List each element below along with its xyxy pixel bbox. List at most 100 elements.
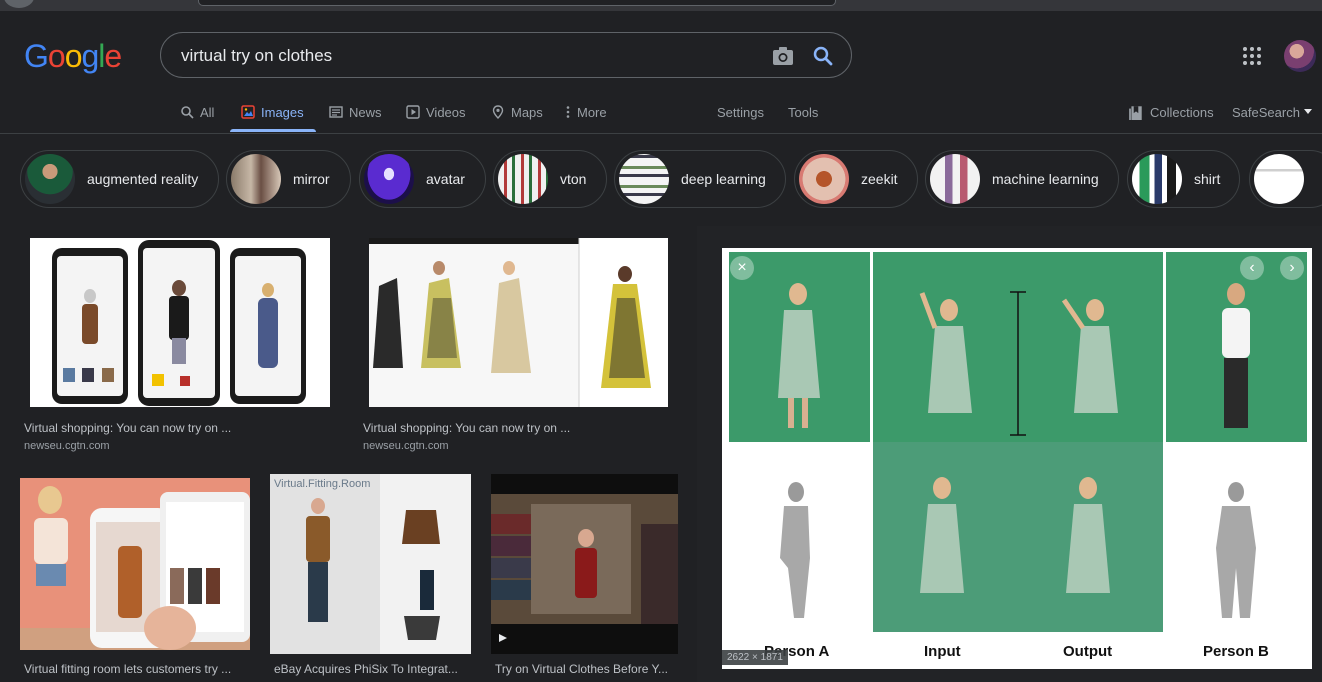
chip-thumbnail	[1132, 154, 1182, 204]
collections-label: Collections	[1150, 104, 1214, 120]
account-avatar[interactable]	[1284, 40, 1316, 72]
result-thumbnail-phone-hand	[20, 478, 250, 650]
fitting-room-overlay-text: Virtual.Fitting.Room	[274, 478, 371, 490]
logo-letter: G	[24, 38, 49, 74]
tab-news[interactable]: News	[329, 92, 382, 132]
play-icon	[406, 105, 420, 119]
chip-label: shirt	[1194, 171, 1221, 187]
result-source: newseu.cgtn.com	[363, 440, 449, 452]
map-pin-icon	[492, 105, 504, 119]
result-thumbnail-video	[491, 474, 678, 654]
tab-label: All	[200, 104, 215, 120]
tab-more[interactable]: More	[565, 92, 607, 132]
bookmark-icon	[1129, 106, 1142, 120]
chip-machine-learning[interactable]: machine learning	[925, 150, 1119, 208]
tab-label: Maps	[511, 104, 543, 120]
preview-figures	[778, 283, 1256, 618]
result-thumbnail-dresses	[369, 238, 668, 407]
chip-mirror[interactable]: mirror	[226, 150, 351, 208]
logo-letter: e	[104, 38, 122, 74]
chip-label: augmented reality	[87, 171, 199, 187]
next-image-icon[interactable]: ›	[1280, 256, 1304, 280]
address-bar[interactable]	[198, 0, 836, 6]
logo-text: Google	[24, 38, 122, 75]
result-thumbnail-phones	[30, 238, 330, 407]
chip-thumbnail	[1254, 154, 1304, 204]
logo-letter: o	[64, 38, 83, 74]
result-thumbnail-fitting-room	[270, 474, 471, 654]
tab-label: More	[577, 104, 607, 120]
result-title[interactable]: Try on Virtual Clothes Before Y...	[495, 662, 676, 676]
image-result[interactable]: Virtual shopping: You can now try on ...…	[20, 238, 340, 458]
previous-image-icon[interactable]: ‹	[1240, 256, 1264, 280]
tab-maps[interactable]: Maps	[491, 92, 543, 132]
result-title[interactable]: Virtual fitting room lets customers try …	[24, 662, 248, 676]
result-title[interactable]: Virtual shopping: You can now try on ...	[363, 421, 593, 435]
tab-images[interactable]: Images	[241, 92, 304, 132]
logo-letter: g	[81, 38, 99, 74]
chip-deep-learning[interactable]: deep learning	[614, 150, 786, 208]
tools-link[interactable]: Tools	[788, 92, 818, 132]
close-preview-icon[interactable]: ×	[730, 256, 754, 280]
tools-label: Tools	[788, 104, 819, 120]
chip-label: machine learning	[992, 171, 1099, 187]
search-input[interactable]	[181, 43, 761, 69]
google-logo[interactable]: Google	[24, 38, 122, 75]
chip-shirt[interactable]: shirt	[1127, 150, 1240, 208]
safesearch-menu[interactable]: SafeSearch	[1232, 92, 1312, 132]
search-icon	[181, 106, 194, 119]
chip-thumbnail	[498, 154, 548, 204]
image-result[interactable]: Try on Virtual Clothes Before Y...	[491, 474, 678, 682]
preview-label-output: Output	[1063, 643, 1113, 660]
related-chips: augmented reality mirror avatar vton dee…	[0, 150, 1322, 210]
collections-link[interactable]: Collections	[1128, 92, 1214, 132]
chip-label: deep learning	[681, 171, 766, 187]
safesearch-label: SafeSearch	[1232, 104, 1300, 120]
chip-more[interactable]	[1249, 150, 1322, 208]
search-icon[interactable]	[811, 44, 835, 68]
tab-label: Videos	[426, 104, 466, 120]
preview-image[interactable]: Person A Input Output Person B	[722, 248, 1312, 669]
chip-thumbnail	[231, 154, 281, 204]
camera-icon[interactable]	[771, 45, 795, 67]
settings-link[interactable]: Settings	[717, 92, 764, 132]
image-result[interactable]: Virtual.Fitting.Room eBay Acquires PhiSi…	[270, 474, 471, 682]
search-tabs: All Images News Videos Maps More Setting…	[0, 92, 1322, 134]
apps-grid-icon[interactable]	[1242, 46, 1262, 66]
chip-avatar[interactable]: avatar	[359, 150, 486, 208]
news-icon	[329, 106, 343, 118]
result-title[interactable]: eBay Acquires PhiSix To Integrat...	[274, 662, 469, 676]
browser-strip	[0, 0, 1322, 11]
result-source: newseu.cgtn.com	[24, 440, 110, 452]
more-vert-icon	[566, 106, 570, 118]
chip-thumbnail	[930, 154, 980, 204]
image-result[interactable]: Virtual shopping: You can now try on ...…	[359, 238, 679, 458]
active-tab-indicator	[230, 129, 316, 132]
tab-label: News	[349, 104, 382, 120]
logo-letter: o	[47, 38, 66, 74]
caret-down-icon	[1303, 109, 1312, 114]
image-icon	[241, 105, 255, 119]
tab-videos[interactable]: Videos	[406, 92, 466, 132]
tab-label: Images	[261, 104, 304, 120]
chip-zeekit[interactable]: zeekit	[794, 150, 918, 208]
browser-button[interactable]	[4, 0, 34, 8]
chip-thumbnail	[799, 154, 849, 204]
chip-label: vton	[560, 171, 587, 187]
settings-label: Settings	[717, 104, 764, 120]
chip-label: mirror	[293, 171, 330, 187]
image-dimensions: 2622 × 1871	[722, 650, 788, 665]
search-box	[160, 32, 852, 78]
chip-augmented-reality[interactable]: augmented reality	[20, 150, 219, 208]
chip-label: avatar	[426, 171, 465, 187]
image-result[interactable]: Virtual fitting room lets customers try …	[20, 478, 250, 682]
chip-vton[interactable]: vton	[493, 150, 607, 208]
preview-label-person-b: Person B	[1203, 643, 1269, 660]
preview-label-input: Input	[924, 643, 961, 660]
chip-thumbnail	[619, 154, 669, 204]
tab-all[interactable]: All	[180, 92, 214, 132]
result-title[interactable]: Virtual shopping: You can now try on ...	[24, 421, 254, 435]
chip-label: zeekit	[861, 171, 898, 187]
chip-thumbnail	[25, 154, 75, 204]
chip-thumbnail	[364, 154, 414, 204]
